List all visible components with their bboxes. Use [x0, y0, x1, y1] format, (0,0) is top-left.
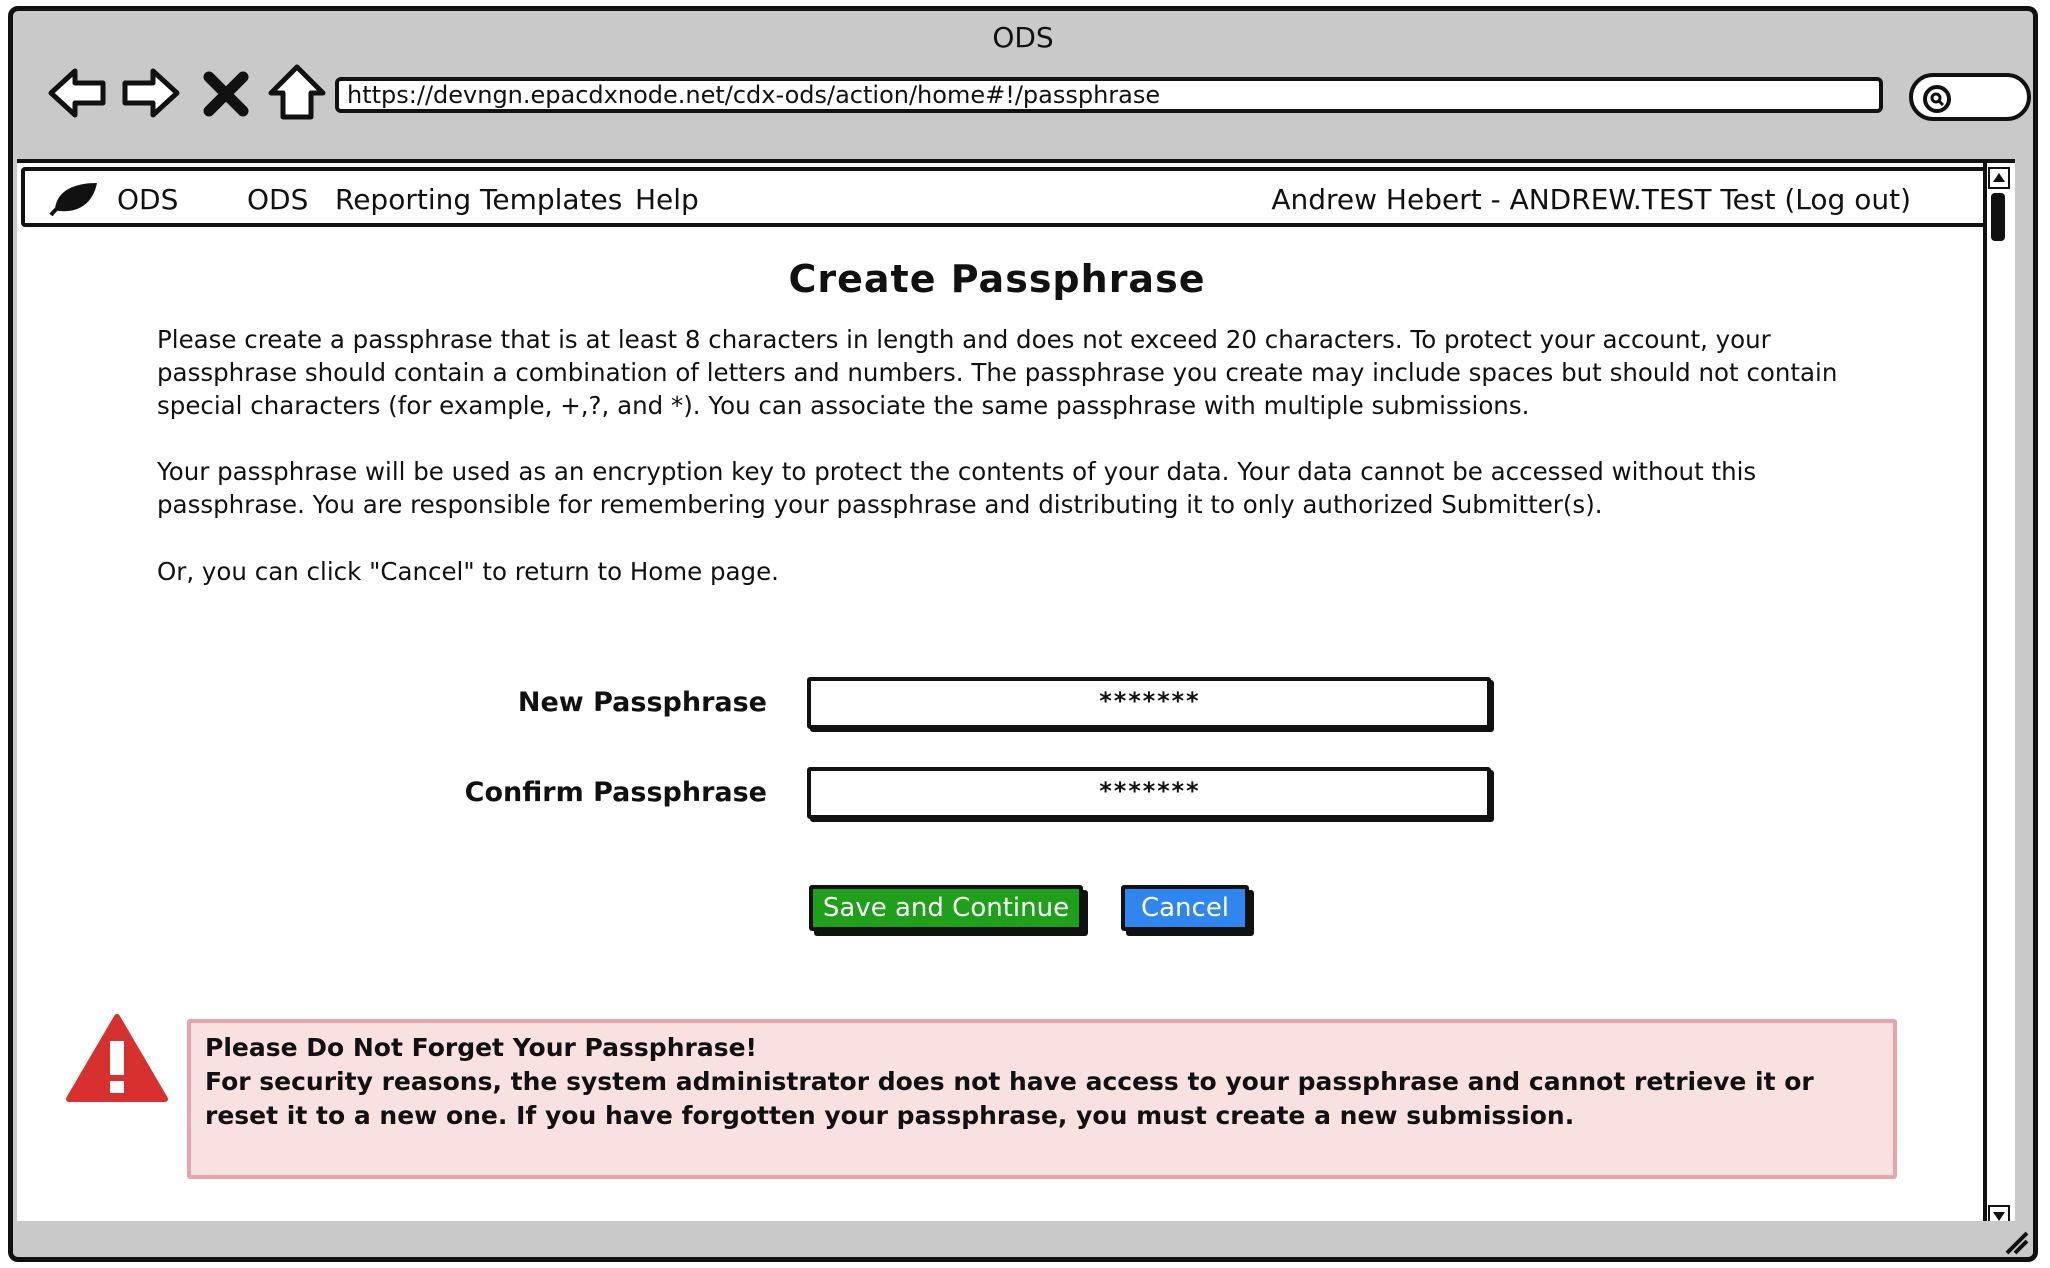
confirm-passphrase-label: Confirm Passphrase — [464, 777, 767, 808]
new-passphrase-field[interactable]: ******* — [807, 677, 1491, 729]
scroll-up-icon[interactable] — [1988, 167, 2010, 189]
alert-body: For security reasons, the system adminis… — [205, 1067, 1814, 1130]
menu-item-help[interactable]: Help — [635, 183, 699, 216]
home-icon[interactable] — [265, 61, 329, 125]
encryption-paragraph: Your passphrase will be used as an encry… — [157, 457, 1757, 519]
passphrase-warning-box: Please Do Not Forget Your Passphrase! Fo… — [187, 1019, 1897, 1179]
menu-logo-ods[interactable]: ODS — [117, 183, 178, 216]
stop-icon[interactable] — [199, 61, 253, 125]
status-bar — [13, 1221, 2033, 1257]
scroll-thumb[interactable] — [1991, 193, 2005, 241]
cancel-hint-paragraph: Or, you can click "Cancel" to return to … — [157, 557, 779, 586]
menu-item-reporting-templates[interactable]: Reporting Templates — [335, 183, 622, 216]
leaf-logo-icon — [49, 183, 97, 217]
instructions-paragraph: Please create a passphrase that is at le… — [157, 325, 1838, 420]
forward-icon[interactable] — [119, 61, 183, 125]
menu-item-ods[interactable]: ODS — [247, 183, 308, 216]
alert-heading: Please Do Not Forget Your Passphrase! — [205, 1033, 757, 1062]
page-title: Create Passphrase — [788, 257, 1206, 301]
resize-grip-icon[interactable] — [1999, 1225, 2029, 1255]
confirm-passphrase-field[interactable]: ******* — [807, 767, 1491, 819]
user-logout-link[interactable]: Andrew Hebert - ANDREW.TEST Test (Log ou… — [1271, 183, 1911, 216]
url-bar[interactable]: https://devngn.epacdxnode.net/cdx-ods/ac… — [335, 77, 1883, 113]
warning-icon — [66, 1014, 168, 1102]
new-passphrase-label: New Passphrase — [517, 687, 767, 718]
search-icon — [1923, 85, 1951, 113]
browser-window: ODS https://devngn.epacdxnode.net/cdx-od… — [8, 6, 2038, 1262]
browser-search-field[interactable] — [1909, 73, 2031, 121]
app-menubar: ODS ODS Reporting Templates Help Andrew … — [21, 167, 2011, 227]
window-title: ODS — [992, 21, 1054, 54]
page-content: ODS ODS Reporting Templates Help Andrew … — [17, 159, 2015, 1231]
cancel-button[interactable]: Cancel — [1121, 885, 1249, 931]
vertical-scrollbar[interactable] — [1983, 163, 2013, 1227]
save-and-continue-button[interactable]: Save and Continue — [809, 885, 1083, 931]
back-icon[interactable] — [45, 61, 109, 125]
